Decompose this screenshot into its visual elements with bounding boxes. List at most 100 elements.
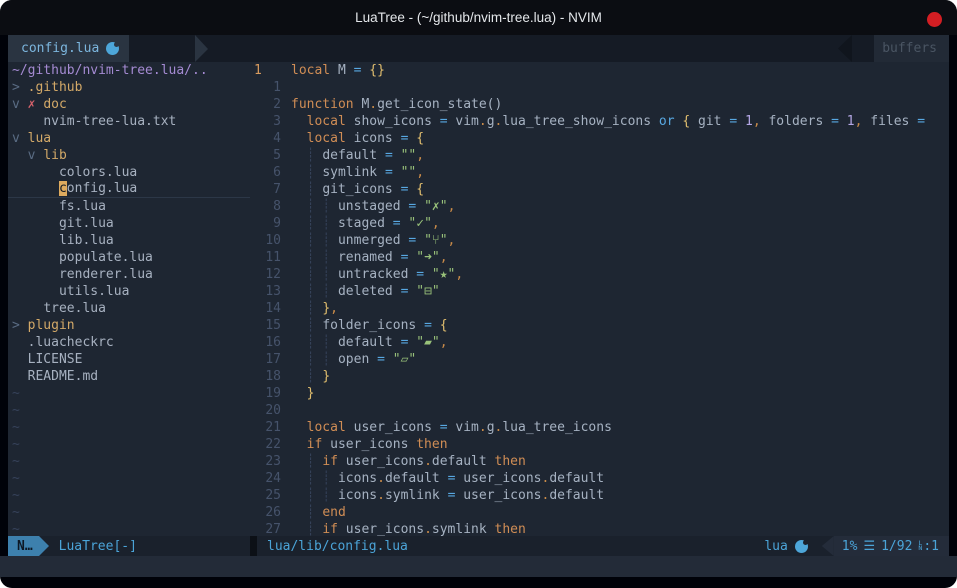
code-line[interactable]: 19 }: [250, 385, 949, 402]
code-text: function M.get_icon_state(): [291, 96, 502, 113]
code-line[interactable]: 9 ┊ ┊ staged = "✓",: [250, 215, 949, 232]
tree-item-plugin[interactable]: > plugin: [8, 317, 250, 334]
empty-line-tilde: ~: [8, 436, 250, 453]
code-line[interactable]: 2function M.get_icon_state(): [250, 96, 949, 113]
tree-item-git.lua[interactable]: git.lua: [8, 215, 250, 232]
code-line[interactable]: 13 ┊ ┊ deleted = "⊟": [250, 283, 949, 300]
chevron-right-icon[interactable]: >: [12, 318, 20, 333]
line-number: 19: [250, 385, 291, 402]
tree-item-config.lua[interactable]: config.lua: [8, 181, 250, 198]
window-separator: [250, 536, 257, 556]
code-text: ┊ ┊ untracked = "★",: [291, 266, 463, 283]
tree-item-LICENSE[interactable]: LICENSE: [8, 351, 250, 368]
code-text: ┊ ┊ unstaged = "✗",: [291, 198, 455, 215]
tree-root-path[interactable]: ~/github/nvim-tree.lua/..: [8, 62, 250, 79]
empty-line-tilde: ~: [8, 521, 250, 536]
code-line[interactable]: 26 ┊ end: [250, 504, 949, 521]
file-tree[interactable]: ~/github/nvim-tree.lua/..> .githubv ✗ do…: [8, 62, 250, 536]
empty-line-tilde: ~: [8, 402, 250, 419]
code-line[interactable]: 11 ┊ ┊ renamed = "➜",: [250, 249, 949, 266]
code-window[interactable]: 1local M = {}12function M.get_icon_state…: [250, 62, 949, 536]
tree-item-utils.lua[interactable]: utils.lua: [8, 283, 250, 300]
tree-item-doc[interactable]: v ✗ doc: [8, 96, 250, 113]
code-line[interactable]: 1: [250, 79, 949, 96]
buffers-tab[interactable]: buffers: [874, 35, 949, 62]
code-line[interactable]: 15 ┊ folder_icons = {: [250, 317, 949, 334]
tree-item-lua[interactable]: v lua: [8, 130, 250, 147]
line-number: 25: [250, 487, 291, 504]
code-text: }: [291, 385, 314, 402]
lua-moon-icon: [795, 540, 808, 553]
column-number: :1: [923, 539, 939, 554]
tree-item-.github[interactable]: > .github: [8, 79, 250, 96]
code-line[interactable]: 27 ┊ if user_icons.symlink then: [250, 521, 949, 536]
line-position: 1/92: [881, 539, 912, 554]
code-line[interactable]: 16 ┊ ┊ default = "▰",: [250, 334, 949, 351]
empty-line-tilde: ~: [8, 419, 250, 436]
mode-label: N…: [17, 539, 33, 554]
tree-item-colors.lua[interactable]: colors.lua: [8, 164, 250, 181]
chevron-down-icon[interactable]: v: [12, 97, 20, 112]
tab-config-lua[interactable]: config.lua: [8, 35, 129, 62]
tree-item-.luacheckrc[interactable]: .luacheckrc: [8, 334, 250, 351]
tree-item-nvim-tree-lua.txt[interactable]: nvim-tree-lua.txt: [8, 113, 250, 130]
code-line[interactable]: 4 local icons = {: [250, 130, 949, 147]
tree-item-populate.lua[interactable]: populate.lua: [8, 249, 250, 266]
editor-main: ~/github/nvim-tree.lua/..> .githubv ✗ do…: [8, 62, 949, 536]
tree-item-tree.lua[interactable]: tree.lua: [8, 300, 250, 317]
line-number: 1: [250, 79, 291, 96]
code-line[interactable]: 6 ┊ symlink = "",: [250, 164, 949, 181]
code-line[interactable]: 14 ┊ },: [250, 300, 949, 317]
line-number: 18: [250, 368, 291, 385]
command-line[interactable]: [0, 556, 957, 577]
tree-item-lib[interactable]: v lib: [8, 147, 250, 164]
code-line[interactable]: 1local M = {}: [250, 62, 949, 79]
code-line[interactable]: 8 ┊ ┊ unstaged = "✗",: [250, 198, 949, 215]
tabline: config.lua buffers: [8, 35, 949, 62]
code-line[interactable]: 21 local user_icons = vim.g.lua_tree_ico…: [250, 419, 949, 436]
lua-moon-icon: [106, 42, 119, 55]
filetype-label: lua: [764, 539, 787, 554]
empty-line-tilde: ~: [8, 453, 250, 470]
line-number: 22: [250, 436, 291, 453]
tree-item-fs.lua[interactable]: fs.lua: [8, 198, 250, 215]
code-line[interactable]: 20: [250, 402, 949, 419]
code-text: ┊ ┊ default = "▰",: [291, 334, 448, 351]
mode-badge: N…: [8, 536, 39, 556]
chevron-right-icon[interactable]: >: [12, 80, 20, 95]
code-line[interactable]: 12 ┊ ┊ untracked = "★",: [250, 266, 949, 283]
code-line[interactable]: 7 ┊ git_icons = {: [250, 181, 949, 198]
line-number: 2: [250, 96, 291, 113]
code-line[interactable]: 10 ┊ ┊ unmerged = "⑂",: [250, 232, 949, 249]
powerline-arrow-icon: [195, 35, 208, 62]
code-line[interactable]: 22 if user_icons then: [250, 436, 949, 453]
line-number: 24: [250, 470, 291, 487]
code-line[interactable]: 5 ┊ default = "",: [250, 147, 949, 164]
file-path: lua/lib/config.lua: [267, 539, 408, 554]
chevron-down-icon[interactable]: v: [12, 131, 20, 146]
code-text: ┊ ┊ icons.default = user_icons.default: [291, 470, 604, 487]
code-line[interactable]: 24 ┊ ┊ icons.default = user_icons.defaul…: [250, 470, 949, 487]
code-line[interactable]: 18 ┊ }: [250, 368, 949, 385]
tree-item-lib.lua[interactable]: lib.lua: [8, 232, 250, 249]
statusline-tree: N… LuaTree[-]: [8, 536, 250, 556]
code-line[interactable]: 23 ┊ if user_icons.default then: [250, 453, 949, 470]
position-stats: 1% ☰ 1/92 LN :1: [834, 536, 949, 556]
statusline-right-group: lua 1% ☰ 1/92 LN :1: [764, 536, 949, 556]
tree-item-renderer.lua[interactable]: renderer.lua: [8, 266, 250, 283]
close-button[interactable]: [927, 12, 942, 27]
code-text: ┊ if user_icons.symlink then: [291, 521, 526, 536]
line-number: 15: [250, 317, 291, 334]
statusline: N… LuaTree[-] lua/lib/config.lua lua 1% …: [8, 536, 949, 556]
code-line[interactable]: 17 ┊ ┊ open = "▱": [250, 351, 949, 368]
code-text: ┊ ┊ staged = "✓",: [291, 215, 440, 232]
line-number: 16: [250, 334, 291, 351]
code-line[interactable]: 25 ┊ ┊ icons.symlink = user_icons.defaul…: [250, 487, 949, 504]
code-text: ┊ ┊ renamed = "➜",: [291, 249, 448, 266]
line-number: 13: [250, 283, 291, 300]
code-line[interactable]: 3 local show_icons = vim.g.lua_tree_show…: [250, 113, 949, 130]
line-number: 9: [250, 215, 291, 232]
tree-item-README.md[interactable]: README.md: [8, 368, 250, 385]
empty-line-tilde: ~: [8, 487, 250, 504]
line-number: 4: [250, 130, 291, 147]
